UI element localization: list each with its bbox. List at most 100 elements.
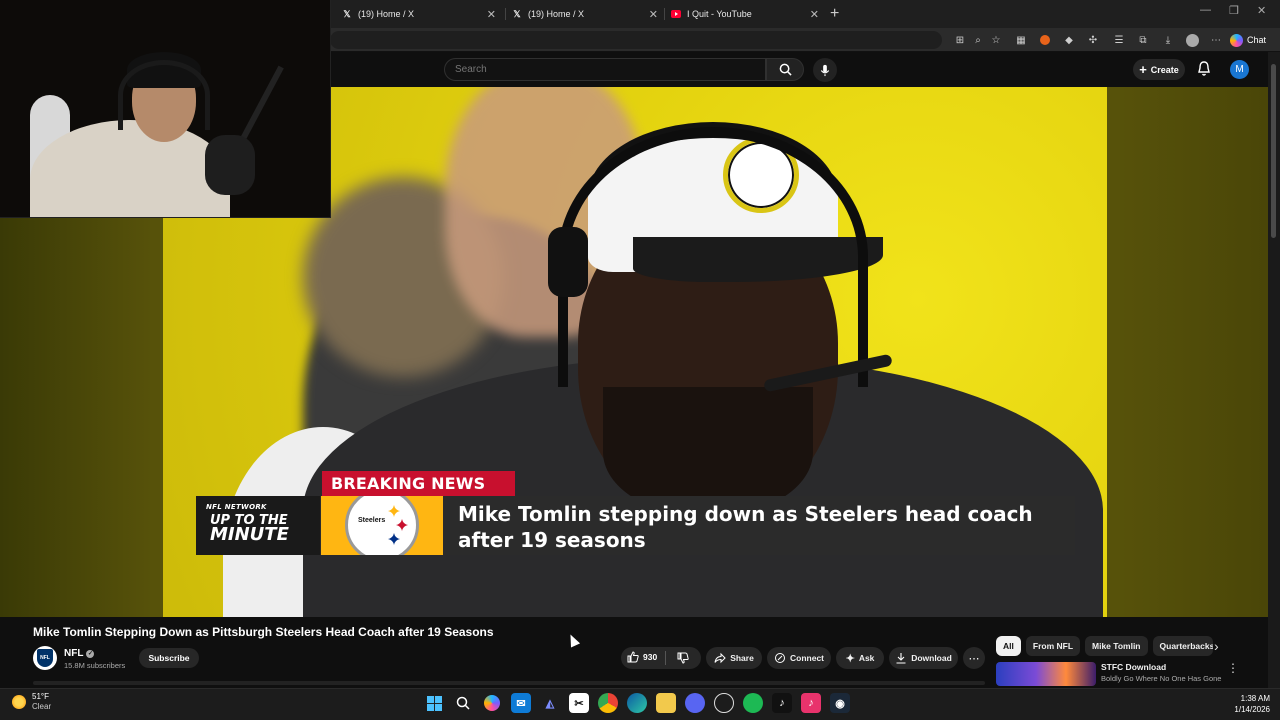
weather-temp: 51°F: [32, 692, 49, 701]
search-input[interactable]: [444, 58, 766, 81]
extension-icon[interactable]: ◆: [1062, 33, 1076, 47]
mail-icon[interactable]: ✉: [511, 693, 531, 713]
tab-label: (19) Home / X: [528, 9, 585, 19]
subscribe-button[interactable]: Subscribe: [139, 648, 199, 668]
kebab-menu-icon[interactable]: ⋮: [1227, 661, 1239, 675]
steam-icon[interactable]: ◉: [830, 693, 850, 713]
downloads-icon[interactable]: ⤓: [1161, 33, 1175, 47]
zoom-icon[interactable]: ⌕: [971, 33, 985, 47]
minimize-icon[interactable]: —: [1200, 4, 1211, 16]
screen: 𝕏 (19) Home / X ✕ 𝕏 (19) Home / X ✕ I Qu…: [0, 0, 1280, 720]
share-button[interactable]: Share: [706, 647, 762, 669]
chip-mike-tomlin[interactable]: Mike Tomlin: [1085, 636, 1148, 656]
extensions-puzzle-icon[interactable]: ✣: [1086, 33, 1100, 47]
file-explorer-icon[interactable]: [656, 693, 676, 713]
steelers-logo: Steelers: [321, 496, 443, 555]
voice-search-button[interactable]: [813, 58, 837, 82]
search-icon: [779, 63, 792, 76]
download-label: Download: [911, 653, 952, 663]
like-count: 930: [643, 652, 658, 662]
windows-start-icon[interactable]: [424, 693, 444, 713]
close-window-icon[interactable]: ✕: [1257, 4, 1266, 17]
extension-icon[interactable]: ▦: [1014, 33, 1028, 47]
spotify-icon[interactable]: [743, 693, 763, 713]
create-label: Create: [1150, 64, 1179, 75]
chrome-icon[interactable]: [598, 693, 618, 713]
recommendation-subtitle: Boldly Go Where No One Has Gone: [1101, 674, 1222, 683]
media-app-icon[interactable]: ♪: [801, 693, 821, 713]
tiktok-icon[interactable]: ♪: [772, 693, 792, 713]
hypocycloid-red-icon: [396, 519, 408, 531]
notifications-button[interactable]: [1197, 61, 1213, 77]
scrollbar-thumb[interactable]: [1271, 64, 1276, 238]
recommendation-title[interactable]: STFC Download: [1101, 662, 1166, 672]
profile-icon[interactable]: [1185, 33, 1199, 47]
capcut-icon[interactable]: ✂: [569, 693, 589, 713]
more-actions-button[interactable]: ⋯: [963, 647, 985, 669]
tab-label: (19) Home / X: [358, 9, 415, 19]
dislike-button[interactable]: [677, 651, 689, 669]
edge-icon[interactable]: [627, 693, 647, 713]
clock-date: 1/14/2026: [1234, 705, 1270, 714]
steelers-logo-disc: Steelers: [345, 496, 419, 555]
microphone-icon: [820, 64, 830, 76]
channel-name[interactable]: NFL ✓: [64, 648, 95, 659]
close-icon[interactable]: ✕: [487, 8, 496, 21]
like-divider: [665, 651, 666, 665]
channel-avatar[interactable]: NFL: [33, 646, 57, 670]
related-filter-chips: All From NFL Mike Tomlin Quarterbacks: [996, 636, 1213, 656]
chip-quarterbacks[interactable]: Quarterbacks: [1152, 636, 1213, 656]
openai-icon[interactable]: [714, 693, 734, 713]
tab-label: I Quit - YouTube: [687, 9, 752, 19]
up-to-the-minute-logo: NFL NETWORK UP TO THE MINUTE: [196, 496, 320, 555]
copilot-chat-button[interactable]: Chat: [1230, 32, 1266, 48]
chevron-right-icon[interactable]: ›: [1214, 638, 1219, 654]
connect-button[interactable]: Connect: [767, 647, 831, 669]
more-menu-icon[interactable]: ⋯: [1209, 33, 1223, 47]
weather-text: 51°F Clear: [32, 692, 51, 712]
headline-line-2: after 19 seasons: [458, 528, 646, 552]
brand-line-2: MINUTE: [210, 524, 289, 545]
weather-widget[interactable]: 51°F Clear: [12, 692, 51, 712]
chip-all[interactable]: All: [996, 636, 1021, 656]
tab-x-home-1[interactable]: 𝕏 (19) Home / X ✕: [336, 3, 502, 25]
favorites-icon[interactable]: ☰: [1112, 33, 1126, 47]
restore-icon[interactable]: ❐: [1229, 4, 1239, 17]
collections-icon[interactable]: ⧉: [1136, 33, 1150, 47]
split-screen-icon[interactable]: ⊞: [953, 33, 967, 47]
headline-line-1: Mike Tomlin stepping down as Steelers he…: [458, 502, 1033, 526]
webcam-overlay: [0, 0, 331, 218]
account-avatar[interactable]: M: [1230, 60, 1249, 79]
thumbs-down-icon: [677, 652, 689, 664]
hypocycloid-gold-icon: [388, 505, 400, 517]
copilot-taskbar-icon[interactable]: [484, 695, 500, 711]
chat-label: Chat: [1247, 35, 1267, 45]
new-tab-button[interactable]: +: [830, 5, 839, 23]
ask-button[interactable]: ✦ Ask: [836, 647, 884, 669]
clock-time: 1:38 AM: [1240, 694, 1270, 703]
streamer-microphone: [205, 135, 255, 195]
close-icon[interactable]: ✕: [649, 8, 658, 21]
address-bar[interactable]: [330, 31, 942, 49]
favorite-star-icon[interactable]: ☆: [989, 33, 1003, 47]
channel-name-text: NFL: [64, 648, 84, 659]
mouse-cursor-icon: [565, 632, 581, 648]
chip-from-nfl[interactable]: From NFL: [1025, 636, 1081, 656]
like-button[interactable]: 930: [627, 651, 657, 663]
extension-orange-icon[interactable]: [1038, 33, 1052, 47]
recommendation-thumbnail[interactable]: [996, 662, 1096, 686]
search-button[interactable]: [766, 58, 804, 81]
create-button[interactable]: + Create: [1133, 59, 1185, 80]
connect-label: Connect: [790, 653, 824, 663]
game-app-icon[interactable]: ◭: [540, 693, 560, 713]
close-icon[interactable]: ✕: [810, 8, 819, 21]
headset-earcup: [548, 227, 588, 297]
thumbs-up-icon: [627, 651, 639, 663]
system-clock[interactable]: 1:38 AM 1/14/2026: [1224, 693, 1270, 715]
tab-x-home-2[interactable]: 𝕏 (19) Home / X ✕: [506, 3, 664, 25]
taskbar-apps: ✉ ◭ ✂ ♪ ♪ ◉: [424, 693, 850, 713]
discord-icon[interactable]: [685, 693, 705, 713]
tab-youtube[interactable]: I Quit - YouTube ✕: [665, 3, 825, 25]
download-button[interactable]: Download: [889, 647, 958, 669]
taskbar-search-icon[interactable]: [453, 693, 473, 713]
